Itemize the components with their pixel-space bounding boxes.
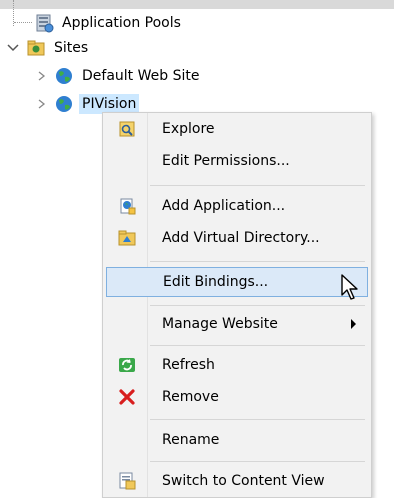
menu-item-explore[interactable]: Explore	[106, 114, 368, 144]
mouse-cursor-icon	[340, 273, 362, 303]
menu-item-add-virtual-directory[interactable]: Add Virtual Directory...	[106, 223, 368, 253]
menu-separator	[150, 261, 365, 262]
menu-item-refresh[interactable]: Refresh	[106, 350, 368, 380]
add-virtual-directory-icon	[117, 228, 137, 248]
menu-item-label: Manage Website	[162, 316, 278, 332]
menu-item-label: Edit Permissions...	[162, 153, 290, 169]
content-view-icon	[117, 471, 137, 491]
menu-item-label: Refresh	[162, 357, 215, 373]
menu-item-manage-website[interactable]: Manage Website	[106, 309, 368, 339]
menu-item-label: Add Virtual Directory...	[162, 230, 320, 246]
menu-separator	[150, 461, 365, 462]
chevron-right-icon[interactable]	[34, 97, 48, 111]
submenu-arrow-icon	[351, 319, 356, 329]
menu-item-label: Remove	[162, 389, 219, 405]
tree-item-label: PIVision	[79, 94, 140, 114]
chevron-right-icon[interactable]	[34, 69, 48, 83]
menu-separator	[150, 305, 365, 306]
tree-item-label: Default Web Site	[82, 68, 200, 84]
sites-folder-icon	[26, 38, 46, 58]
tree-item-application-pools[interactable]: Application Pools	[34, 12, 184, 34]
tree-connector	[14, 22, 32, 23]
tree-item-default-web-site[interactable]: Default Web Site	[34, 65, 202, 87]
menu-item-label: Add Application...	[162, 198, 286, 214]
menu-icon-placeholder	[117, 151, 137, 171]
refresh-icon	[117, 355, 137, 375]
menu-separator	[150, 185, 365, 186]
menu-item-edit-permissions[interactable]: Edit Permissions...	[106, 146, 368, 176]
menu-separator	[150, 345, 365, 346]
application-pools-icon	[34, 13, 54, 33]
menu-item-switch-to-content-view[interactable]: Switch to Content View	[106, 466, 368, 496]
globe-icon	[54, 94, 74, 114]
chevron-down-icon[interactable]	[6, 41, 20, 55]
screenshot-root: Application Pools Sites Default Web Site…	[0, 0, 394, 498]
window-edge	[0, 0, 394, 9]
menu-item-remove[interactable]: Remove	[106, 382, 368, 412]
menu-item-add-application[interactable]: Add Application...	[106, 191, 368, 221]
menu-separator	[150, 419, 365, 420]
tree-item-label: Sites	[54, 40, 89, 56]
menu-item-rename[interactable]: Rename	[106, 425, 368, 455]
context-menu: Explore Edit Permissions... Add Applicat…	[102, 112, 372, 498]
explore-icon	[117, 119, 137, 139]
menu-item-label: Edit Bindings...	[163, 274, 269, 290]
menu-item-label: Explore	[162, 121, 215, 137]
menu-icon-placeholder	[118, 272, 138, 292]
add-application-icon	[117, 196, 137, 216]
remove-icon	[117, 387, 137, 407]
menu-item-edit-bindings[interactable]: Edit Bindings...	[106, 267, 368, 297]
globe-icon	[54, 66, 74, 86]
menu-item-label: Rename	[162, 432, 220, 448]
tree-item-sites[interactable]: Sites	[6, 37, 91, 59]
menu-icon-placeholder	[117, 314, 137, 334]
menu-item-label: Switch to Content View	[162, 473, 325, 489]
menu-icon-placeholder	[117, 430, 137, 450]
tree-item-label: Application Pools	[62, 15, 181, 31]
